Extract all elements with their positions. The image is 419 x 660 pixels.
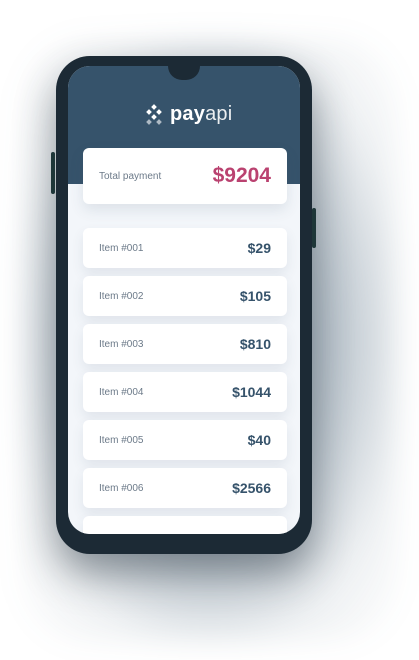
item-amount: $105: [239, 288, 271, 304]
list-item: Item #004 $1044: [83, 372, 287, 412]
diamond-dots-icon: [144, 104, 164, 125]
item-amount: $2566: [232, 480, 271, 496]
total-payment-value: $9204: [212, 164, 271, 187]
total-payment-card: Total payment $9204: [83, 148, 287, 204]
hero-illustration: payapi Total payment $9204 Item #001 $29…: [0, 0, 419, 660]
item-label: Item #006: [99, 482, 144, 494]
item-label: Item #004: [99, 386, 144, 398]
item-label: Item #001: [99, 242, 144, 254]
phone-screen: payapi Total payment $9204 Item #001 $29…: [68, 66, 300, 534]
list-item: Item #005 $40: [83, 420, 287, 460]
power-button: [312, 208, 316, 248]
list-item-partial: [83, 516, 287, 534]
item-amount: $29: [247, 240, 271, 256]
total-payment-label: Total payment: [99, 170, 162, 182]
item-amount: $810: [239, 336, 271, 352]
list-item: Item #002 $105: [83, 276, 287, 316]
list-item: Item #001 $29: [83, 228, 287, 268]
item-amount: $1044: [232, 384, 271, 400]
item-label: Item #002: [99, 290, 144, 302]
item-label: Item #003: [99, 338, 144, 350]
logo-wordmark-bold: pay: [170, 102, 206, 125]
logo-wordmark-light: api: [205, 102, 233, 125]
logo-wordmark: payapi: [170, 103, 232, 126]
list-item: Item #003 $810: [83, 324, 287, 364]
item-amount: $40: [247, 432, 271, 448]
payapi-logo: payapi: [144, 102, 232, 126]
volume-button: [51, 152, 55, 194]
list-item: Item #006 $2566: [83, 468, 287, 508]
item-label: Item #005: [99, 434, 144, 446]
